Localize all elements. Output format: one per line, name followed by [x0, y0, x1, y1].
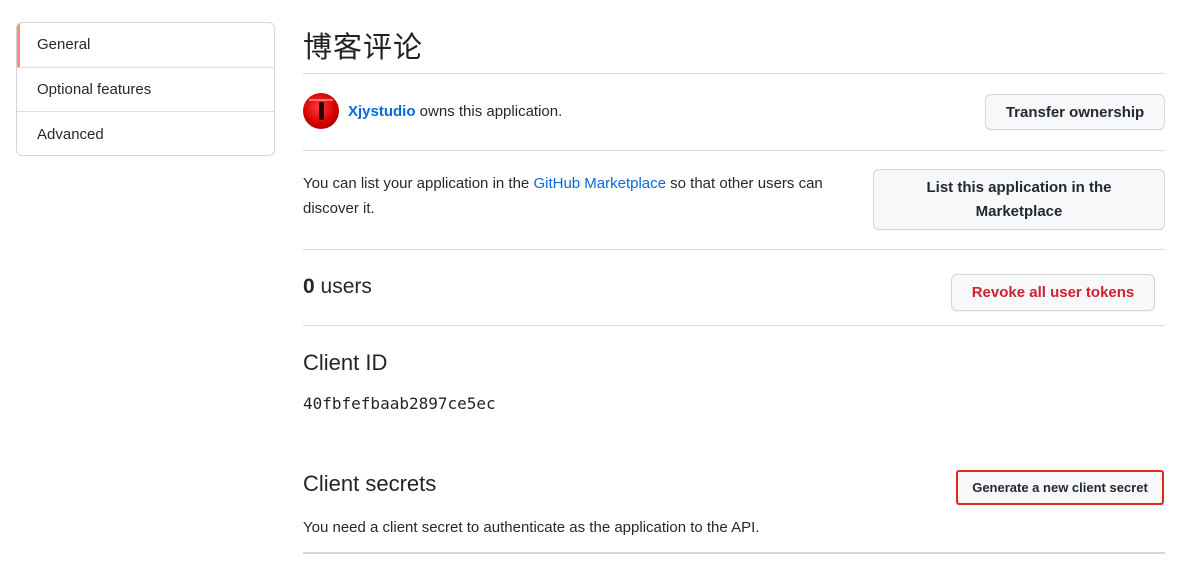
marketplace-description: You can list your application in the Git… [303, 171, 878, 221]
sidebar-item-label: General [37, 36, 91, 54]
owner-link[interactable]: Xjystudio [348, 103, 416, 120]
revoke-all-user-tokens-button[interactable]: Revoke all user tokens [951, 274, 1155, 311]
sidebar-item-optional-features[interactable]: Optional features [17, 68, 274, 113]
sidebar-item-advanced[interactable]: Advanced [17, 112, 274, 155]
marketplace-text-before: You can list your application in the [303, 175, 534, 192]
client-id-heading: Client ID [303, 350, 388, 375]
client-secrets-heading: Client secrets [303, 471, 437, 496]
page-title: 博客评论 [303, 30, 424, 64]
github-marketplace-link[interactable]: GitHub Marketplace [533, 175, 666, 192]
owner-text: Xjystudio owns this application. [348, 103, 562, 120]
generate-client-secret-button[interactable]: Generate a new client secret [956, 470, 1164, 505]
owner-suffix: owns this application. [415, 102, 563, 120]
transfer-ownership-button[interactable]: Transfer ownership [985, 94, 1165, 130]
sidebar-item-label: Advanced [37, 125, 104, 143]
users-count-number: 0 [303, 275, 315, 298]
divider [303, 249, 1165, 250]
users-count-label: users [314, 275, 372, 298]
client-secrets-description: You need a client secret to authenticate… [303, 519, 760, 536]
client-id-value: 40fbfefbaab2897ce5ec [303, 394, 496, 413]
settings-sidebar: General Optional features Advanced [16, 22, 275, 156]
sidebar-item-general[interactable]: General [17, 23, 274, 68]
divider [303, 150, 1165, 151]
divider [303, 552, 1165, 554]
owner-row: Xjystudio owns this application. [303, 93, 562, 129]
list-in-marketplace-button[interactable]: List this application in the Marketplace [873, 169, 1165, 230]
users-count: 0 users [303, 275, 372, 299]
sidebar-item-label: Optional features [37, 80, 152, 98]
divider [303, 325, 1165, 326]
avatar[interactable] [303, 93, 339, 129]
divider [303, 73, 1165, 74]
